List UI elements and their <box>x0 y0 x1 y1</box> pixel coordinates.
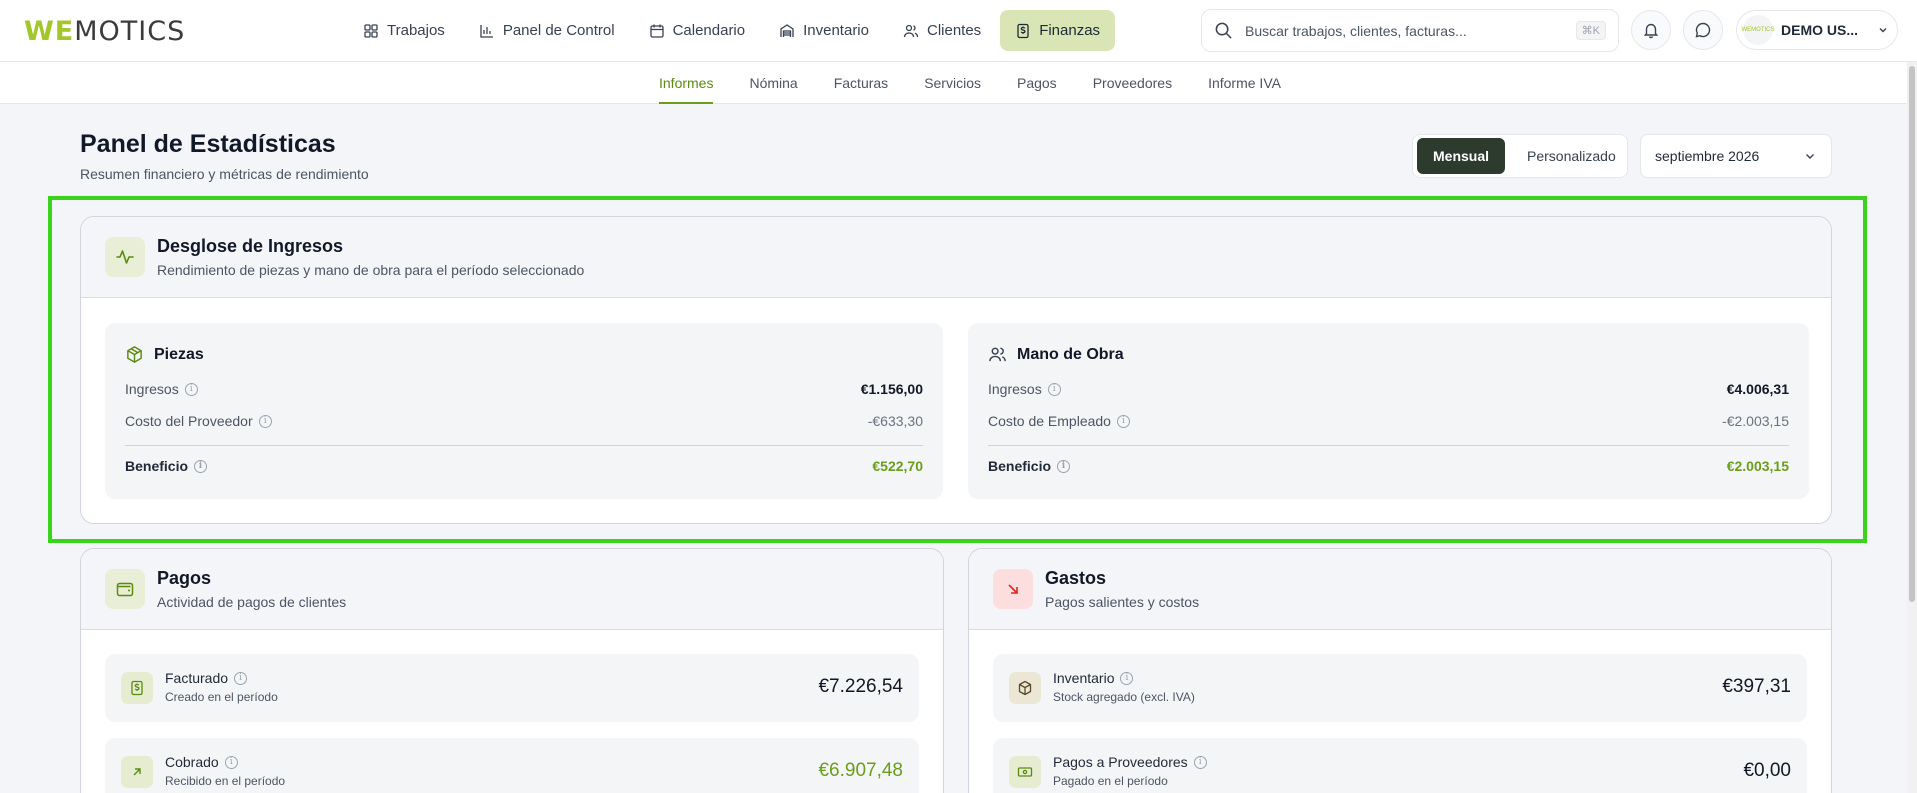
sub-nav: Informes Nómina Facturas Servicios Pagos… <box>0 62 1917 104</box>
info-icon[interactable]: i <box>224 755 238 769</box>
billed-item: Facturado i Creado en el período €7.226,5… <box>105 654 919 722</box>
card-title: Pagos <box>157 568 212 588</box>
period-toggle: Mensual Personalizado <box>1412 134 1628 178</box>
page-subtitle: Resumen financiero y métricas de rendimi… <box>80 166 369 182</box>
notifications-button[interactable] <box>1631 10 1671 50</box>
inventory-item: Inventario i Stock agregado (excl. IVA) €… <box>993 654 1807 722</box>
item-icon <box>121 756 153 788</box>
chevron-down-icon <box>1806 154 1814 159</box>
dollar-icon <box>1017 23 1029 38</box>
user-name: DEMO US... <box>1781 22 1859 38</box>
item-subtitle: Creado en el período <box>165 690 278 704</box>
nav-label: Calendario <box>672 22 746 39</box>
item-title-text: Inventario <box>1053 670 1115 686</box>
calendar-icon <box>649 24 664 38</box>
avatar: WEMOTICS <box>1742 15 1775 45</box>
month-select-value: septiembre 2026 <box>1655 148 1760 164</box>
banknote-icon <box>1017 767 1033 777</box>
main-nav: Trabajos Panel de Control Calendario Inv… <box>348 10 1116 51</box>
info-icon[interactable]: i <box>1193 755 1207 769</box>
month-select[interactable]: septiembre 2026 <box>1640 134 1832 178</box>
item-subtitle: Recibido en el período <box>165 774 286 788</box>
expenses-card: Gastos Pagos salientes y costos Inventar… <box>968 548 1832 793</box>
tab-facturas[interactable]: Facturas <box>834 62 888 104</box>
item-title-text: Pagos a Proveedores <box>1053 754 1188 770</box>
search-input[interactable] <box>1245 22 1564 39</box>
nav-label: Panel de Control <box>502 22 615 39</box>
item-title-text: Facturado <box>165 670 229 686</box>
supplier-payments-item: Pagos a Proveedores i Pagado en el períod… <box>993 738 1807 793</box>
logo[interactable]: WEMOTICS <box>24 16 185 47</box>
nav-label: Clientes <box>926 22 982 39</box>
item-icon <box>121 672 153 704</box>
nav-label: Trabajos <box>387 22 445 39</box>
card-subtitle: Actividad de pagos de clientes <box>157 594 347 610</box>
logo-part2: MOTICS <box>74 16 186 47</box>
billed-value: €7.226,54 <box>818 676 903 697</box>
scrollbar-thumb[interactable] <box>1909 66 1915 602</box>
chat-icon <box>1695 22 1711 38</box>
logo-part1: WE <box>24 16 75 47</box>
tab-informes[interactable]: Informes <box>659 62 714 104</box>
chevron-down-icon <box>1879 28 1887 33</box>
collected-value: €6.907,48 <box>818 760 903 781</box>
collected-item: Cobrado i Recibido en el período €6.907,4… <box>105 738 919 793</box>
user-menu[interactable]: WEMOTICS DEMO US... <box>1736 10 1898 50</box>
bar-chart-icon <box>480 24 493 38</box>
dollar-icon <box>131 680 143 696</box>
search-icon <box>1215 22 1232 39</box>
item-title: Cobrado i <box>165 754 238 770</box>
item-subtitle: Stock agregado (excl. IVA) <box>1053 690 1195 704</box>
arrow-down-right-icon <box>1008 584 1018 594</box>
nav-label: Inventario <box>803 22 869 39</box>
arrow-up-right-icon <box>133 768 141 776</box>
item-title-text: Cobrado <box>165 754 219 770</box>
top-bar: WEMOTICS Trabajos Panel de Control Calen… <box>0 0 1917 62</box>
card-icon <box>993 569 1033 609</box>
item-icon <box>1009 756 1041 788</box>
item-title: Inventario i <box>1053 670 1134 686</box>
messages-button[interactable] <box>1683 10 1723 50</box>
card-header: Pagos Actividad de pagos de clientes <box>81 549 943 630</box>
card-header: Gastos Pagos salientes y costos <box>969 549 1831 630</box>
nav-item-inventario[interactable]: Inventario <box>764 10 884 51</box>
warehouse-icon <box>780 23 794 37</box>
item-title: Facturado i <box>165 670 248 686</box>
tab-informe-iva[interactable]: Informe IVA <box>1208 62 1281 104</box>
tab-proveedores[interactable]: Proveedores <box>1093 62 1172 104</box>
users-icon <box>903 24 919 37</box>
payments-card: Pagos Actividad de pagos de clientes Fac… <box>80 548 944 793</box>
item-icon <box>1009 672 1041 704</box>
page-title: Panel de Estadísticas <box>80 130 336 158</box>
tab-servicios[interactable]: Servicios <box>924 62 981 104</box>
nav-item-finanzas[interactable]: Finanzas <box>1000 10 1116 51</box>
card-title: Gastos <box>1045 568 1107 588</box>
nav-label: Finanzas <box>1039 22 1101 39</box>
nav-item-calendario[interactable]: Calendario <box>634 10 761 51</box>
nav-item-clientes[interactable]: Clientes <box>888 10 996 51</box>
tab-nomina[interactable]: Nómina <box>749 62 797 104</box>
nav-item-trabajos[interactable]: Trabajos <box>348 10 460 51</box>
package-icon <box>1018 680 1032 696</box>
tab-pagos[interactable]: Pagos <box>1017 62 1057 104</box>
item-title: Pagos a Proveedores i <box>1053 754 1207 770</box>
info-icon[interactable]: i <box>1120 671 1134 685</box>
toggle-monthly-button[interactable]: Mensual <box>1417 138 1506 174</box>
shortcut-badge: ⌘K <box>1575 21 1606 40</box>
selection-highlight <box>48 196 1867 543</box>
info-icon[interactable]: i <box>234 671 248 685</box>
toggle-custom-button[interactable]: Personalizado <box>1511 138 1632 174</box>
inventory-value: €397,31 <box>1722 676 1791 697</box>
item-subtitle: Pagado en el período <box>1053 774 1168 788</box>
card-subtitle: Pagos salientes y costos <box>1045 594 1200 610</box>
wallet-icon <box>116 582 134 597</box>
supplier-payments-value: €0,00 <box>1743 760 1791 781</box>
search-box[interactable]: ⌘K <box>1201 9 1619 52</box>
grid-icon <box>364 23 378 38</box>
card-icon <box>105 569 145 609</box>
bell-icon <box>1643 23 1659 39</box>
nav-item-panel-de-control[interactable]: Panel de Control <box>464 10 630 51</box>
scrollbar[interactable] <box>1907 62 1917 793</box>
